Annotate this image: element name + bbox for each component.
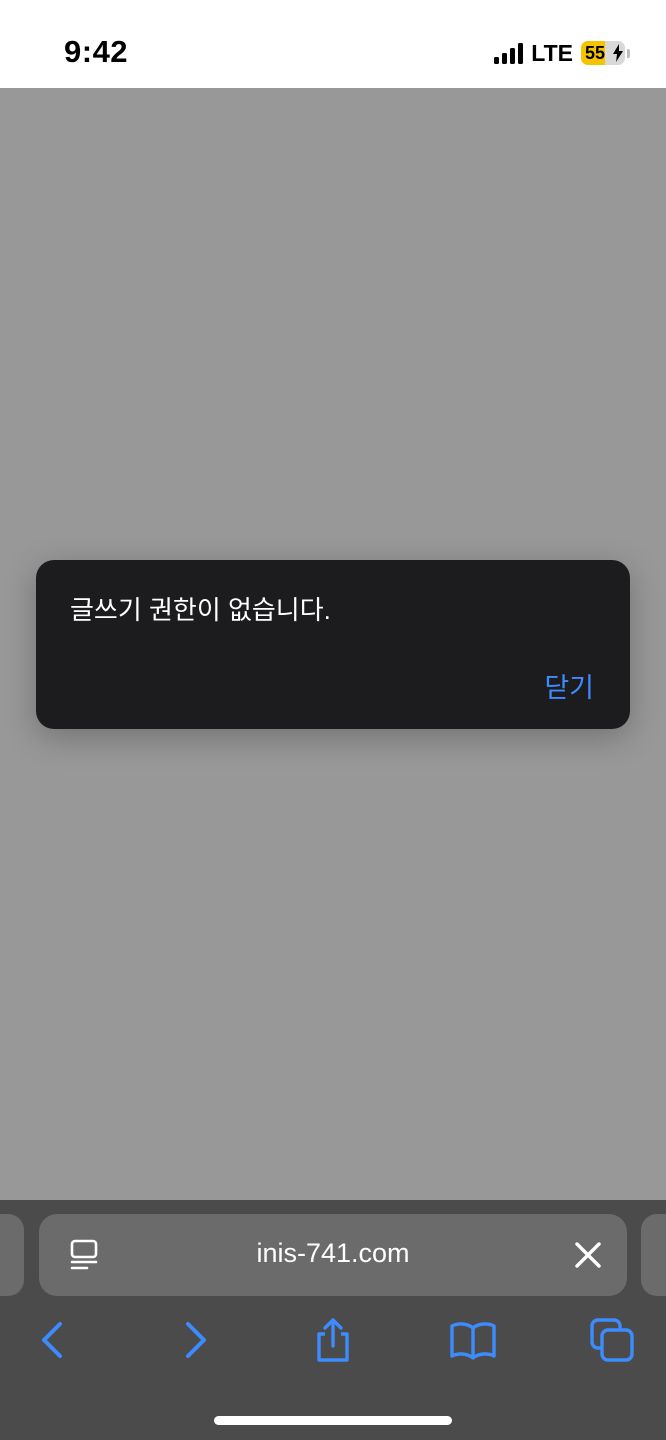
network-type: LTE — [531, 39, 573, 66]
back-icon[interactable] — [28, 1316, 76, 1364]
previous-tab-preview[interactable] — [0, 1214, 24, 1296]
url-text[interactable]: inis-741.com — [39, 1238, 627, 1269]
address-bar[interactable]: inis-741.com — [39, 1214, 627, 1296]
tabs-icon[interactable] — [588, 1316, 636, 1364]
forward-icon[interactable] — [172, 1316, 220, 1364]
next-tab-preview[interactable] — [641, 1214, 666, 1296]
close-button[interactable]: 닫기 — [544, 666, 594, 705]
dialog-message: 글쓰기 권한이 없습니다. — [70, 595, 331, 625]
battery-cap — [627, 48, 630, 58]
alert-dialog: 글쓰기 권한이 없습니다. 닫기 — [36, 560, 630, 729]
status-indicators: LTE 55 — [494, 38, 630, 68]
status-bar: 9:42 LTE 55 — [0, 0, 666, 88]
charging-bolt-icon — [613, 44, 623, 62]
bookmarks-icon[interactable] — [449, 1316, 497, 1364]
close-icon[interactable] — [575, 1242, 601, 1268]
battery-level: 55 — [585, 42, 606, 63]
status-time: 9:42 — [64, 34, 129, 69]
browser-toolbar: inis-741.com — [0, 1200, 666, 1440]
share-icon[interactable] — [309, 1316, 357, 1364]
cellular-signal-icon — [494, 42, 524, 64]
battery-icon: 55 — [581, 41, 625, 65]
home-indicator — [214, 1416, 452, 1425]
